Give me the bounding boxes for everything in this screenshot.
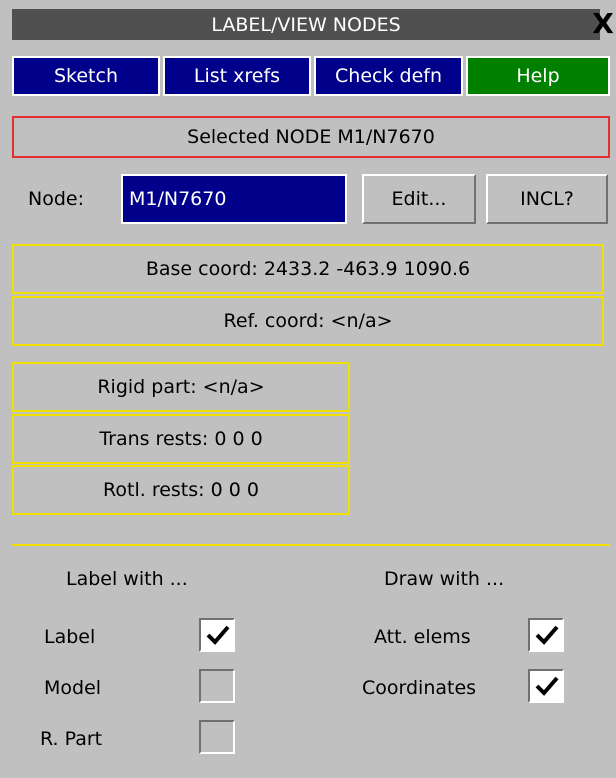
- close-icon[interactable]: X: [590, 6, 616, 40]
- label-checkbox[interactable]: [199, 618, 235, 652]
- node-input[interactable]: M1/N7670: [121, 174, 347, 224]
- edit-button[interactable]: Edit...: [362, 174, 476, 224]
- base-coord-display: Base coord: 2433.2 -463.9 1090.6: [12, 244, 604, 294]
- coordinates-option-label: Coordinates: [362, 677, 477, 699]
- model-option-label: Model: [44, 677, 102, 699]
- label-option-label: Label: [44, 626, 96, 648]
- rotl-rests-display: Rotl. rests: 0 0 0: [12, 465, 350, 515]
- r-part-checkbox[interactable]: [199, 720, 235, 754]
- window-title: LABEL/VIEW NODES: [12, 9, 600, 40]
- checkmark-icon: [535, 625, 559, 645]
- label-with-heading: Label with ...: [66, 568, 188, 590]
- sketch-button[interactable]: Sketch: [12, 56, 160, 96]
- r-part-option-label: R. Part: [40, 728, 103, 750]
- att-elems-option-label: Att. elems: [374, 626, 471, 648]
- coordinates-checkbox[interactable]: [528, 669, 564, 703]
- section-divider: [12, 544, 610, 546]
- checkmark-icon: [535, 676, 559, 696]
- model-checkbox[interactable]: [199, 669, 235, 703]
- help-button[interactable]: Help: [466, 56, 610, 96]
- rigid-part-display: Rigid part: <n/a>: [12, 362, 350, 412]
- checkmark-icon: [206, 625, 230, 645]
- incl-button[interactable]: INCL?: [486, 174, 608, 224]
- trans-rests-display: Trans rests: 0 0 0: [12, 414, 350, 464]
- check-defn-button[interactable]: Check defn: [314, 56, 463, 96]
- ref-coord-display: Ref. coord: <n/a>: [12, 296, 604, 346]
- list-xrefs-button[interactable]: List xrefs: [163, 56, 311, 96]
- selected-node-banner: Selected NODE M1/N7670: [12, 116, 610, 158]
- att-elems-checkbox[interactable]: [528, 618, 564, 652]
- node-label: Node:: [28, 188, 84, 210]
- draw-with-heading: Draw with ...: [384, 568, 505, 590]
